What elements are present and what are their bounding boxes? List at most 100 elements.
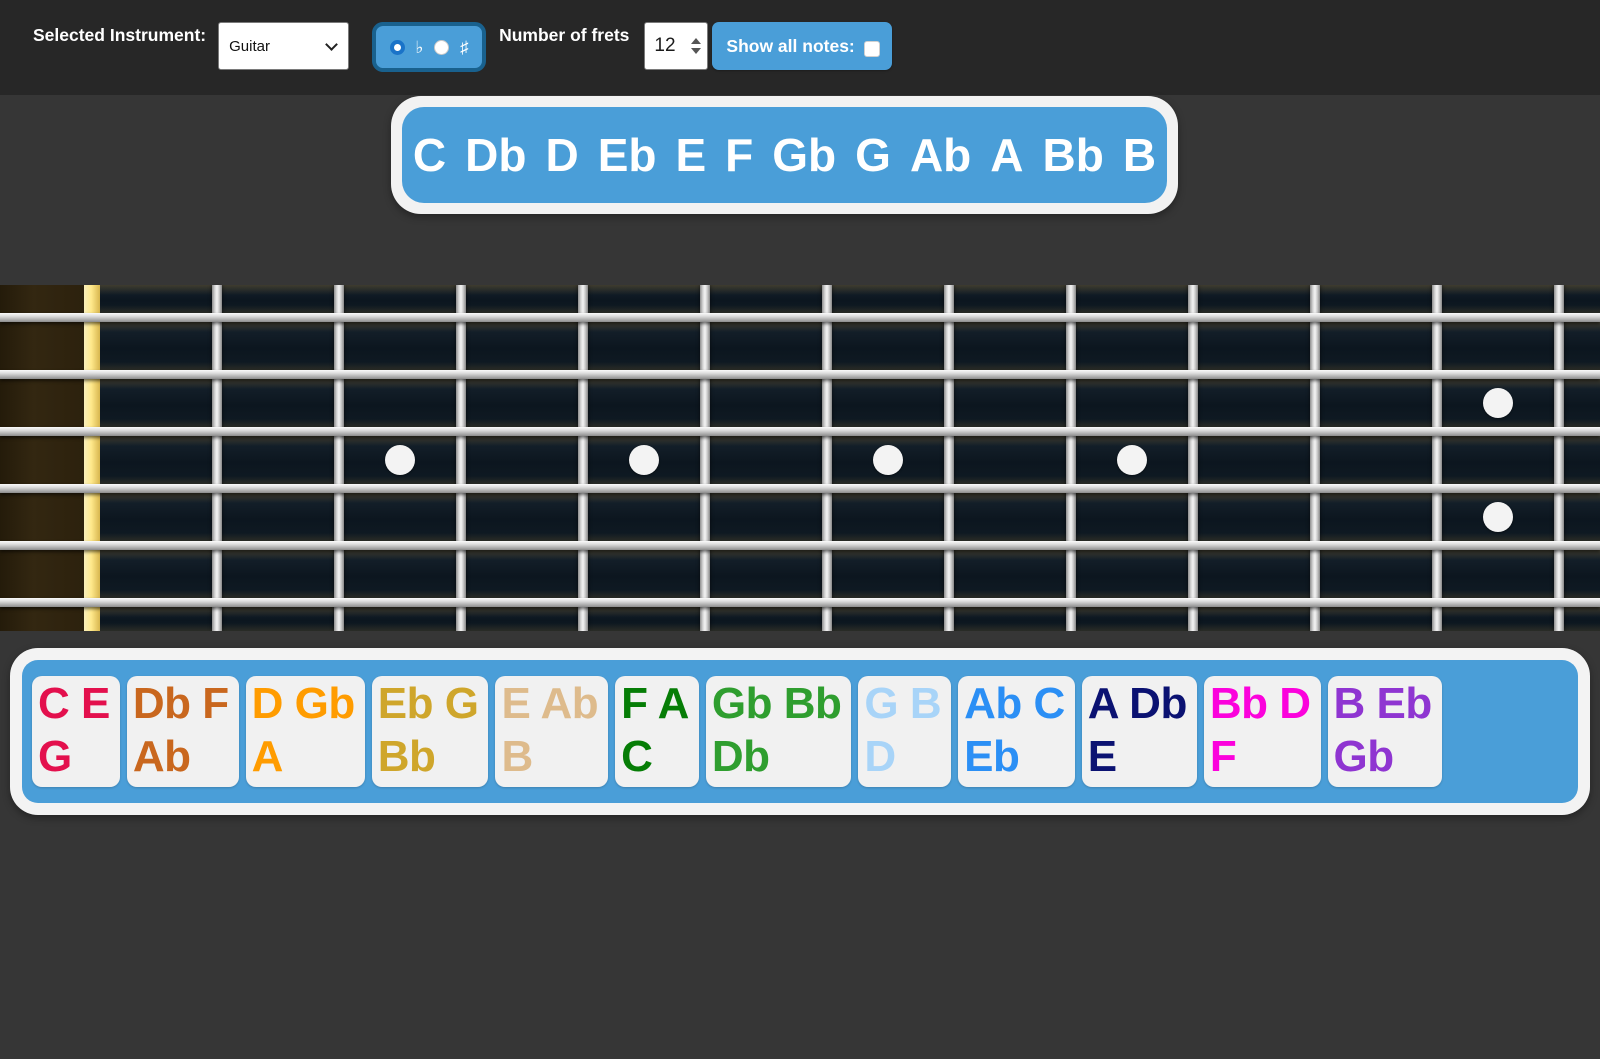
chord-note-d: D [252, 679, 283, 728]
note-d[interactable]: D [545, 132, 578, 178]
chord-note-f: F [621, 679, 647, 728]
chord-note-d: D [1279, 679, 1310, 728]
chord-card-db-f-ab[interactable]: Db FAb [127, 676, 239, 787]
chord-note-eb: Eb [964, 732, 1019, 781]
frets-input[interactable]: 12 [644, 22, 708, 70]
chord-note-e: E [501, 679, 530, 728]
chord-note-gb: Gb [712, 679, 772, 728]
chord-note-g: G [864, 679, 898, 728]
fret-row-7[interactable] [0, 607, 1600, 631]
sharp-icon: ♯ [460, 39, 469, 56]
note-bb[interactable]: Bb [1043, 132, 1104, 178]
chord-note-bb: Bb [784, 679, 842, 728]
instrument-select-value: Guitar [229, 38, 327, 55]
chord-note-bb: Bb [1210, 679, 1268, 728]
chord-note-d: D [864, 732, 895, 781]
chord-card-b-eb-gb[interactable]: B EbGb [1328, 676, 1442, 787]
chord-note-b: B [1334, 679, 1365, 728]
fret-wire-4 [578, 285, 588, 631]
note-ab[interactable]: Ab [910, 132, 971, 178]
chord-card-d-gb-a[interactable]: D GbA [246, 676, 365, 787]
sharp-radio[interactable] [434, 40, 449, 55]
fret-row-1[interactable] [0, 285, 1600, 313]
chord-note-gb: Gb [1334, 732, 1394, 781]
chord-note-b: B [501, 732, 532, 781]
fret-row-2[interactable] [0, 322, 1600, 370]
inlay-dot-fret-7 [873, 445, 903, 475]
spinner-up-icon[interactable] [691, 38, 701, 44]
headstock-wood [0, 285, 84, 631]
note-eb[interactable]: Eb [598, 132, 657, 178]
string-1 [0, 313, 1600, 322]
note-b[interactable]: B [1123, 132, 1156, 178]
note-a[interactable]: A [990, 132, 1023, 178]
chord-note-c: C [38, 679, 69, 728]
chord-card-ab-c-eb[interactable]: Ab CEb [958, 676, 1075, 787]
note-row: C Db D Eb EF Gb G Ab A Bb B [402, 107, 1167, 203]
inlay-dot-fret-12 [1483, 388, 1513, 418]
chord-card-c-e-g[interactable]: C EG [32, 676, 120, 787]
fretboard[interactable] [0, 285, 1600, 631]
fret-wire-8 [1066, 285, 1076, 631]
chord-card-gb-bb-db[interactable]: Gb BbDb [706, 676, 852, 787]
note-db[interactable]: Db [465, 132, 526, 178]
fret-wire-1 [212, 285, 222, 631]
chord-note-a: A [658, 679, 689, 728]
fret-row-4[interactable] [0, 436, 1600, 484]
fret-wire-10 [1310, 285, 1320, 631]
spinner-down-icon[interactable] [691, 48, 701, 54]
fretboard-rows [0, 285, 1600, 631]
chord-note-bb: Bb [378, 732, 436, 781]
note-gb[interactable]: Gb [772, 132, 836, 178]
chord-card-eb-g-bb[interactable]: Eb GBb [372, 676, 489, 787]
chord-card-g-b-d[interactable]: G BD [858, 676, 951, 787]
chord-card-a-db-e[interactable]: A DbE [1082, 676, 1197, 787]
flat-radio[interactable] [390, 40, 405, 55]
chord-note-gb: Gb [295, 679, 355, 728]
fret-wire-9 [1188, 285, 1198, 631]
flat-icon: ♭ [415, 39, 423, 56]
chord-note-db: Db [1129, 679, 1187, 728]
instrument-select[interactable]: Guitar [218, 22, 349, 70]
chord-card-f-a-c[interactable]: F AC [615, 676, 699, 787]
fret-wire-11 [1432, 285, 1442, 631]
show-all-notes-button[interactable]: Show all notes: [712, 22, 891, 70]
chord-note-g: G [445, 679, 479, 728]
chord-note-ab: Ab [964, 679, 1022, 728]
chord-list: C EGDb FAbD GbAEb GBbE AbBF ACGb BbDbG B… [10, 648, 1590, 815]
chord-note-a: A [252, 732, 283, 781]
chord-note-eb: Eb [1377, 679, 1432, 728]
chord-note-ab: Ab [133, 732, 191, 781]
note-g[interactable]: G [855, 132, 891, 178]
chord-note-ab: Ab [540, 679, 598, 728]
string-6 [0, 598, 1600, 607]
show-all-notes-checkbox[interactable] [864, 41, 880, 57]
frets-input-value: 12 [654, 35, 691, 57]
fret-wire-3 [456, 285, 466, 631]
fret-wire-5 [700, 285, 710, 631]
chord-note-e: E [1088, 732, 1117, 781]
toolbar: Selected Instrument: Guitar ♭ ♯ Number o… [0, 0, 1600, 95]
string-2 [0, 370, 1600, 379]
fret-row-3[interactable] [0, 379, 1600, 427]
note-c[interactable]: C [413, 132, 446, 178]
frets-spinner[interactable] [691, 38, 701, 54]
fret-row-5[interactable] [0, 493, 1600, 541]
note-e[interactable]: E [675, 132, 706, 178]
chord-note-g: G [38, 732, 72, 781]
show-all-notes-label: Show all notes: [726, 36, 854, 57]
chord-note-e: E [81, 679, 110, 728]
inlay-dot-fret-9 [1117, 445, 1147, 475]
note-f[interactable]: F [725, 132, 753, 178]
chevron-down-icon [325, 38, 338, 51]
string-4 [0, 484, 1600, 493]
chord-note-db: Db [133, 679, 191, 728]
fretboard-nut [84, 285, 100, 631]
chord-card-bb-d-f[interactable]: Bb DF [1204, 676, 1321, 787]
chord-card-e-ab-b[interactable]: E AbB [495, 676, 608, 787]
chord-row: C EGDb FAbD GbAEb GBbE AbBF ACGb BbDbG B… [22, 660, 1578, 803]
fret-row-6[interactable] [0, 550, 1600, 598]
chord-note-f: F [1210, 732, 1236, 781]
fret-wire-12 [1554, 285, 1564, 631]
string-5 [0, 541, 1600, 550]
